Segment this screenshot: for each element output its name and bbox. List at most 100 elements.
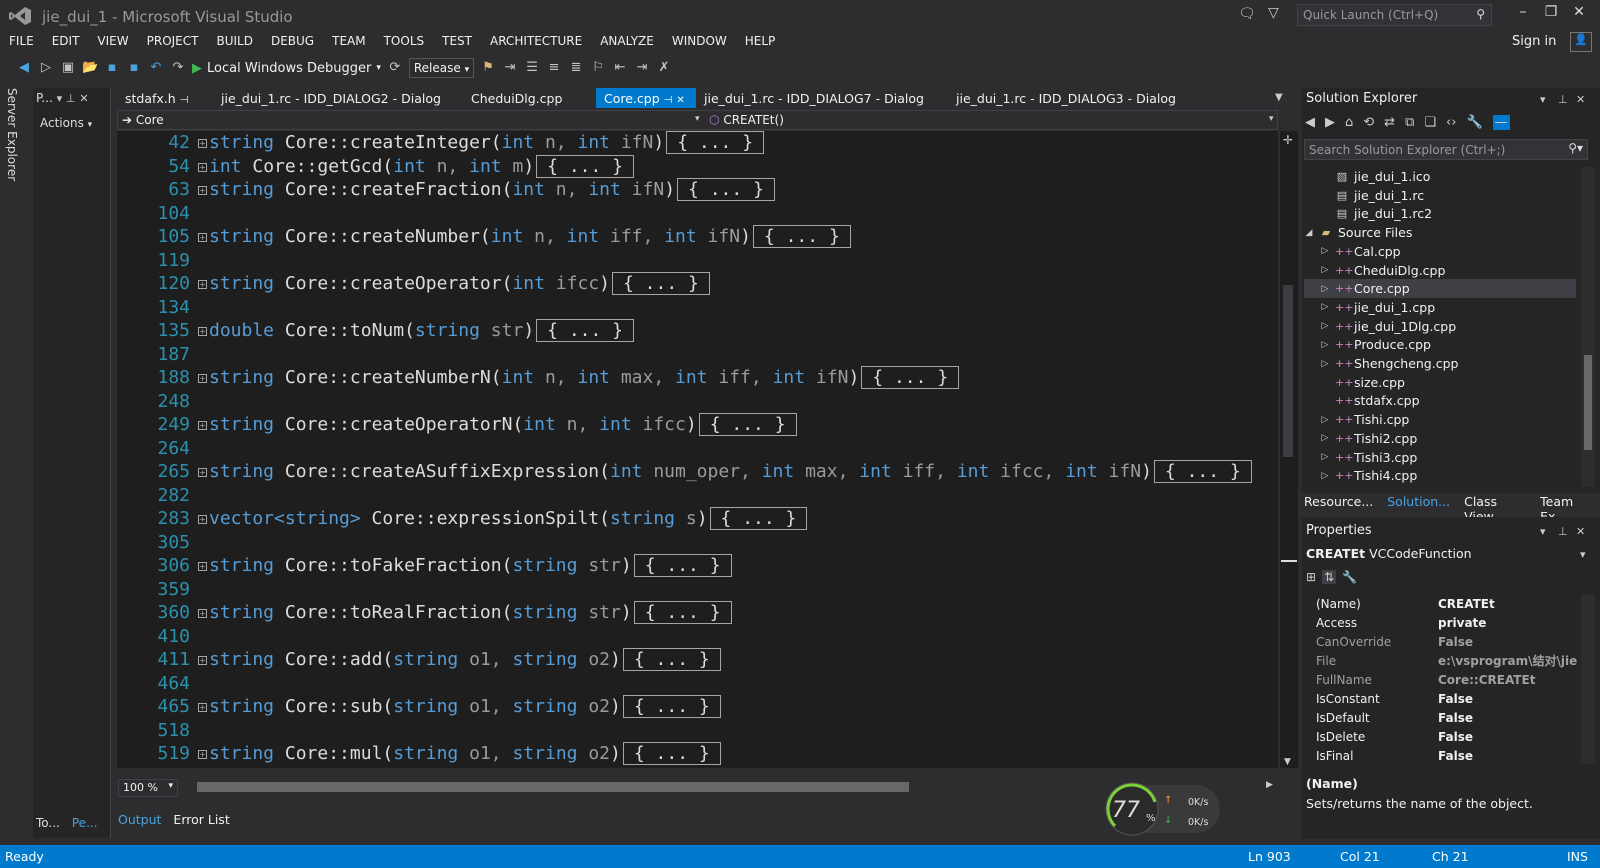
pin-icon[interactable]: ⊥	[1558, 525, 1568, 538]
network-speed-widget[interactable]: 77 % ↑ ↓ 0K/s 0K/s	[1102, 779, 1222, 839]
collapsed-region[interactable]: { ... }	[622, 648, 721, 671]
collapsed-region[interactable]: { ... }	[536, 319, 635, 342]
categorized-icon[interactable]: ⊞	[1306, 570, 1316, 584]
chevron-down-icon[interactable]: ▾	[695, 114, 700, 124]
quick-launch-input[interactable]: Quick Launch (Ctrl+Q) ⚲	[1297, 4, 1492, 26]
property-row[interactable]: (Name) CREATEt	[1312, 594, 1579, 613]
preview-selected-icon[interactable]: —	[1492, 115, 1510, 130]
new-project-icon[interactable]: ▣	[60, 60, 76, 76]
expand-region-icon[interactable]: +	[198, 374, 207, 383]
dropdown-icon[interactable]: ▾	[1540, 93, 1546, 106]
notification-flag-icon[interactable]: 🗨	[1238, 6, 1256, 22]
expand-region-icon[interactable]: +	[198, 468, 207, 477]
menu-window[interactable]: WINDOW	[663, 32, 736, 50]
collapsed-region[interactable]: { ... }	[633, 554, 732, 577]
property-row[interactable]: CanOverride False	[1312, 632, 1579, 651]
tree-item[interactable]: ▷ ++ Tishi3.cpp	[1304, 448, 1576, 467]
collapse-arrow-icon[interactable]: ◢	[1304, 228, 1314, 238]
account-avatar-icon[interactable]: 👤	[1570, 32, 1592, 52]
collapsed-region[interactable]: { ... }	[633, 601, 732, 624]
menu-test[interactable]: TEST	[433, 32, 481, 50]
split-editor-icon[interactable]: ✛	[1283, 133, 1293, 147]
redo-icon[interactable]: ↷	[170, 60, 186, 76]
collapsed-region[interactable]: { ... }	[698, 413, 797, 436]
tab-idd-dialog2[interactable]: jie_dui_1.rc - IDD_DIALOG2 - Dialog	[213, 88, 463, 108]
tree-item[interactable]: ▷ ++ Shengcheng.cpp	[1304, 354, 1576, 373]
expand-region-icon[interactable]: +	[198, 609, 207, 618]
close-window-button[interactable]: ✕	[1566, 4, 1592, 26]
collapsed-region[interactable]: { ... }	[612, 272, 710, 295]
expand-arrow-icon[interactable]: ▷	[1320, 359, 1330, 369]
maximize-button[interactable]: ❐	[1538, 4, 1564, 26]
editor-scroll-thumb[interactable]	[1283, 285, 1293, 457]
property-row[interactable]: Access private	[1312, 613, 1579, 632]
menu-tools[interactable]: TOOLS	[375, 32, 434, 50]
expand-arrow-icon[interactable]: ▷	[1320, 471, 1330, 481]
menu-project[interactable]: PROJECT	[138, 32, 208, 50]
alphabetical-icon[interactable]: ⇅	[1322, 570, 1337, 584]
property-value[interactable]: Core::CREATEt	[1438, 673, 1579, 687]
collapsed-region[interactable]: { ... }	[536, 154, 635, 178]
property-value[interactable]: False	[1438, 730, 1579, 744]
collapsed-region[interactable]: { ... }	[861, 366, 960, 389]
property-value[interactable]: False	[1438, 635, 1579, 649]
tab-idd-dialog3[interactable]: jie_dui_1.rc - IDD_DIALOG3 - Dialog	[948, 88, 1198, 108]
expand-arrow-icon[interactable]: ▷	[1320, 340, 1330, 350]
collapsed-region[interactable]: { ... }	[1153, 460, 1252, 483]
close-icon[interactable]: ✕	[1576, 525, 1585, 538]
clear-bookmarks-icon[interactable]: ✗	[656, 60, 672, 76]
step-into-icon[interactable]: ⇥	[502, 60, 518, 76]
property-row[interactable]: IsFinal False	[1312, 746, 1579, 765]
pin-icon[interactable]: ⊥	[66, 92, 76, 105]
pin-icon[interactable]: ⊣	[180, 95, 189, 106]
refresh-icon[interactable]: ⟳	[387, 60, 403, 76]
feedback-filter-icon[interactable]: ▽	[1268, 5, 1279, 21]
collapsed-region[interactable]: { ... }	[752, 225, 851, 248]
close-tab-icon[interactable]: ✕	[676, 95, 684, 106]
tree-item[interactable]: ▷ ++ Cal.cpp	[1304, 242, 1576, 261]
find-in-files-icon[interactable]: ⚑	[480, 60, 496, 76]
chevron-down-icon[interactable]: ▾	[1580, 548, 1586, 561]
tab-toolbox[interactable]: To...	[36, 816, 60, 830]
tree-item[interactable]: ▷ ++ Tishi.cpp	[1304, 410, 1576, 429]
tree-item[interactable]: ◢ ▰ Source Files	[1304, 223, 1576, 242]
tree-item[interactable]: ▷ ++ Tishi2.cpp	[1304, 429, 1576, 448]
tree-item[interactable]: ▤ jie_dui_1.rc2	[1304, 204, 1576, 223]
menu-edit[interactable]: EDIT	[43, 32, 89, 50]
sign-in-link[interactable]: Sign in	[1512, 34, 1556, 49]
property-value[interactable]: private	[1438, 616, 1579, 630]
close-icon[interactable]: ✕	[79, 92, 88, 105]
uncomment-icon[interactable]: ≣	[568, 60, 584, 76]
pin-icon[interactable]: ⊥	[1558, 93, 1568, 106]
expand-region-icon[interactable]: +	[198, 515, 207, 524]
bookmark-toggle-icon[interactable]: ☰	[524, 60, 540, 76]
properties-object-selector[interactable]: CREATEt VCCodeFunction	[1306, 546, 1472, 561]
expand-region-icon[interactable]: +	[198, 656, 207, 665]
scope-dropdown[interactable]: ➔ Core	[122, 113, 164, 127]
menu-team[interactable]: TEAM	[323, 32, 374, 50]
collapsed-region[interactable]: { ... }	[622, 742, 721, 765]
prev-bookmark-icon[interactable]: ⇤	[612, 60, 628, 76]
expand-arrow-icon[interactable]: ▷	[1320, 265, 1330, 275]
expand-region-icon[interactable]: +	[198, 562, 207, 571]
expand-region-icon[interactable]: +	[198, 280, 207, 289]
properties-scrollbar[interactable]	[1581, 594, 1595, 764]
property-pages-icon[interactable]: 🔧	[1342, 570, 1357, 584]
tab-stdafx-h[interactable]: stdafx.h ⊣	[117, 88, 213, 108]
menu-architecture[interactable]: ARCHITECTURE	[481, 32, 591, 50]
expand-region-icon[interactable]: +	[198, 750, 207, 759]
pin-icon[interactable]: ⊣	[664, 95, 673, 106]
dropdown-icon[interactable]: ▾	[57, 92, 63, 105]
expand-region-icon[interactable]: +	[198, 162, 207, 172]
tree-item[interactable]: ++ size.cpp	[1304, 373, 1576, 392]
solution-configuration-select[interactable]: Release ▾	[408, 58, 475, 78]
tab-pe[interactable]: Pe...	[72, 816, 98, 830]
expand-region-icon[interactable]: +	[198, 139, 207, 148]
navigate-back-icon[interactable]: ◀	[16, 60, 32, 76]
scroll-right-icon[interactable]: ▶	[1266, 780, 1273, 790]
collapsed-region[interactable]: { ... }	[666, 131, 765, 154]
start-debugging-button[interactable]: ▶ Local Windows Debugger ▾	[192, 61, 381, 76]
home-icon[interactable]: ⌂	[1345, 115, 1353, 130]
collapsed-region[interactable]: { ... }	[677, 178, 775, 201]
undo-icon[interactable]: ↶	[148, 60, 164, 76]
